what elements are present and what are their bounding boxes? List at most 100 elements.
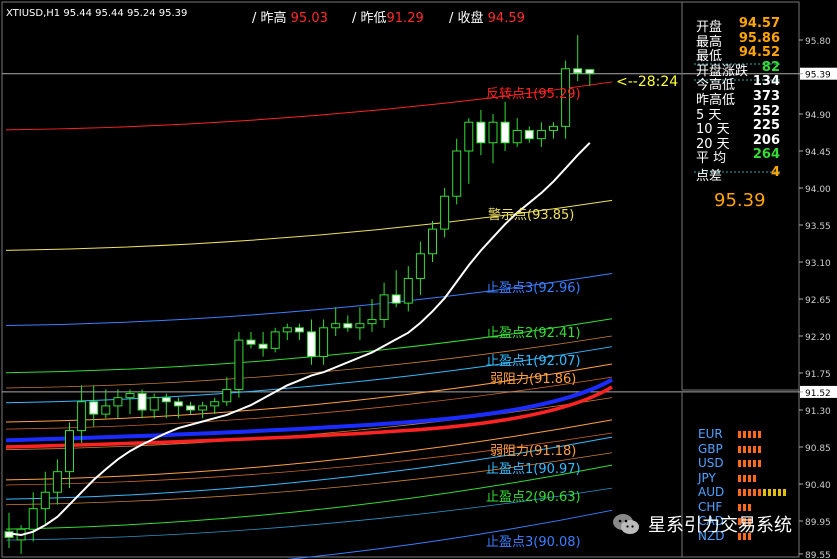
candle-body [512,129,522,144]
stat-label: 平 均 [696,151,727,167]
stat-value: 82 [761,59,780,75]
candle-body [65,430,74,473]
candle-body [403,277,413,304]
candle-body [524,129,534,140]
level-label: 弱阻力(91.86) [490,372,577,387]
prev-low: / 昨低91.29 [352,11,424,26]
strength-bars [738,431,761,438]
candle-body [28,508,38,530]
y-tick-label: 90.40 [805,481,831,491]
strength-bar [753,489,756,496]
prev-close: / 收盘 94.59 [449,11,525,26]
currency-name: AUD [698,485,725,499]
strength-bar [738,445,741,453]
candle-body [391,294,401,304]
strength-bar [753,445,756,453]
candle-body [573,68,583,74]
candle-body [536,129,546,140]
candle-body [52,471,62,493]
candle-body [173,401,183,407]
candle-body [549,125,558,131]
candle-body [415,253,425,279]
stat-value: 252 [752,103,780,119]
candle-body [428,228,437,255]
strength-bar [743,503,746,511]
level-label: 弱阻力(91.18) [490,444,577,459]
stat-value: 264 [752,147,780,163]
y-tick-label: 94.90 [805,111,831,121]
level-label: 警示点(93.85) [488,208,575,223]
y-tick-label: 95.80 [805,37,831,47]
y-tick-label: 89.95 [805,518,831,528]
strength-bar [753,474,756,482]
stat-value: 225 [752,118,780,134]
strength-bar [753,460,756,467]
strength-bars [738,503,751,511]
stat-value: 95.86 [738,30,780,46]
candle-body [113,397,123,407]
strength-bar [738,474,741,482]
strength-bar [738,460,741,467]
symbol-info: XTIUSD,H1 95.44 95.44 95.24 95.39 [6,8,188,19]
watermark-text: 星系引力交易系统 [648,515,792,536]
stat-value: 206 [752,132,780,148]
level-label: 止盈点1(92.07) [486,354,581,369]
stat-value: 4 [770,165,780,180]
candle-body [367,319,377,325]
candle-body [355,323,365,329]
strength-bar [748,474,751,482]
strength-bar [748,431,751,438]
strength-bar [743,460,746,467]
stat-value: 134 [752,74,780,90]
candle-body [40,491,50,510]
level-label: 止盈点3(92.96) [486,281,581,296]
candle-body [270,331,280,349]
candle-body [282,327,292,333]
y-tick-label: 90.85 [805,444,831,454]
level-label: 止盈点2(90.63) [486,490,581,505]
level-label: 止盈点2(92.41) [486,326,581,341]
candle-body [500,121,510,144]
y-tick-label: 91.52 [805,389,831,399]
currency-name: EUR [698,427,723,441]
strength-bar [748,445,751,453]
chart-frame [1,1,800,558]
candle-body [137,393,147,411]
candle-body [294,327,304,333]
strength-bar [748,503,751,511]
candle-body [161,397,171,403]
stat-value: 94.52 [738,45,780,61]
currency-name: GBP [698,441,723,456]
current-price: 95.39 [714,190,766,211]
stat-value: 94.57 [738,16,780,31]
currency-name: JPY [698,470,716,485]
strength-bar [743,474,746,482]
level-label: 反转点1(95.29) [486,87,581,102]
strength-bars [738,474,756,482]
stat-value: 373 [752,89,780,104]
candle-body [258,343,268,349]
strength-bar [738,431,741,438]
y-tick-label: 92.20 [805,333,831,343]
strength-bar [743,489,746,496]
candle-body [125,393,135,399]
candle-body [210,401,220,407]
bar-timer: <--28:24 [616,74,679,90]
stat-label: 点差 [696,169,723,184]
prev-high: / 昨高 95.03 [252,11,328,26]
level-label: 止盈点1(90.97) [486,462,581,477]
strength-bar [783,489,786,496]
wechat-icon [613,514,639,534]
strength-bars [738,445,761,453]
strength-bar [753,431,756,438]
candle-body [331,323,341,329]
y-tick-label: 95.39 [805,71,831,81]
candle-body [488,121,498,144]
candle-body [198,405,208,411]
y-tick-label: 94.00 [805,185,831,195]
candle-body [307,331,316,358]
strength-bar [738,489,741,496]
y-tick-label: 94.45 [805,148,831,158]
y-tick-label: 89.55 [805,551,831,559]
strength-bar [758,460,761,467]
